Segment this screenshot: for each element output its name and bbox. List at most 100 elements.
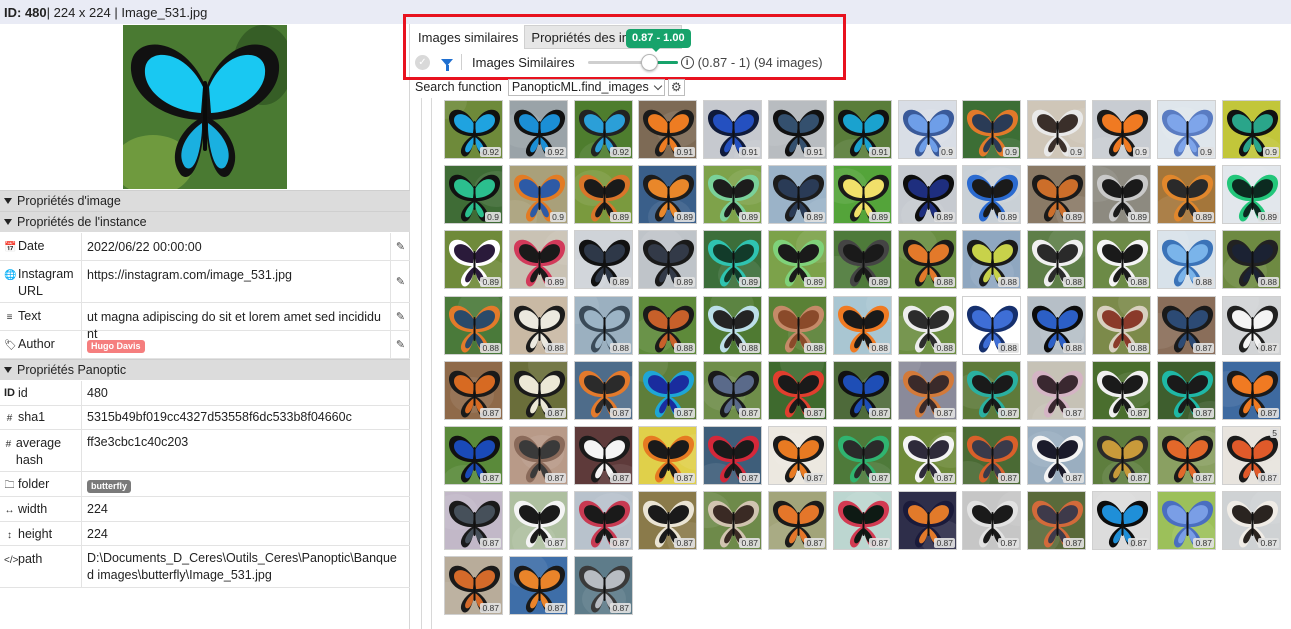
info-icon[interactable]: i xyxy=(680,55,694,69)
similar-image-thumbnail[interactable]: 0.87 xyxy=(833,361,892,420)
similar-image-thumbnail[interactable]: 0.92 xyxy=(444,100,503,159)
similar-image-thumbnail[interactable]: 0.88 xyxy=(638,296,697,355)
similar-image-thumbnail[interactable]: 0.87 xyxy=(703,491,762,550)
edit-icon[interactable]: ✎ xyxy=(390,261,410,302)
similar-image-thumbnail[interactable]: 0.87 xyxy=(444,556,503,615)
similar-image-thumbnail[interactable]: 0.88 xyxy=(1092,296,1151,355)
similar-image-thumbnail[interactable]: 0.87 xyxy=(898,361,957,420)
similar-image-thumbnail[interactable]: 0.88 xyxy=(962,296,1021,355)
similar-image-thumbnail[interactable]: 0.87 xyxy=(444,491,503,550)
prop-value-instagram-url[interactable]: https://instagram.com/image_531.jpg xyxy=(82,261,390,302)
similar-image-thumbnail[interactable]: 0.87 xyxy=(638,491,697,550)
similar-image-thumbnail[interactable]: 0.9 xyxy=(1222,100,1281,159)
similar-image-thumbnail[interactable]: 0.88 xyxy=(898,230,957,289)
similar-image-thumbnail[interactable]: 0.88 xyxy=(509,296,568,355)
edit-icon[interactable]: ✎ xyxy=(390,331,410,358)
similar-image-thumbnail[interactable]: 0.9 xyxy=(1092,100,1151,159)
tab-similar-images[interactable]: Images similaires xyxy=(412,25,525,49)
similar-image-thumbnail[interactable]: 0.87 xyxy=(703,361,762,420)
similar-image-thumbnail[interactable]: 0.88 xyxy=(1092,230,1151,289)
similar-image-thumbnail[interactable]: 0.87 xyxy=(833,426,892,485)
section-panoptic-properties[interactable]: Propriétés Panoptic xyxy=(0,359,410,380)
similar-image-thumbnail[interactable]: 0.9 xyxy=(1027,100,1086,159)
similar-image-thumbnail[interactable]: 0.89 xyxy=(898,165,957,224)
similar-image-thumbnail[interactable]: 0.89 xyxy=(768,230,827,289)
similar-image-thumbnail[interactable]: 0.87 xyxy=(962,426,1021,485)
similar-image-thumbnail[interactable]: 0.87 xyxy=(1092,491,1151,550)
similar-image-thumbnail[interactable]: 0.87 xyxy=(1157,491,1216,550)
similar-image-thumbnail[interactable]: 0.87 xyxy=(509,491,568,550)
similar-image-thumbnail[interactable]: 0.87 xyxy=(509,426,568,485)
similar-image-thumbnail[interactable]: 0.88 xyxy=(833,296,892,355)
similar-image-thumbnail[interactable]: 0.89 xyxy=(833,165,892,224)
similar-image-thumbnail[interactable]: 0.89 xyxy=(1157,165,1216,224)
similar-image-thumbnail[interactable]: 0.87 xyxy=(962,361,1021,420)
similar-image-thumbnail[interactable]: 0.89 xyxy=(638,165,697,224)
similar-image-thumbnail[interactable]: 0.87 xyxy=(768,491,827,550)
filter-icon[interactable] xyxy=(441,58,453,71)
main-image-preview[interactable] xyxy=(123,25,287,189)
similar-image-thumbnail[interactable]: 0.87 xyxy=(768,426,827,485)
similar-image-thumbnail[interactable]: 0.87 xyxy=(1092,426,1151,485)
similar-image-thumbnail[interactable]: 0.87 xyxy=(703,426,762,485)
similar-image-thumbnail[interactable]: 0.87 xyxy=(1157,426,1216,485)
similar-image-thumbnail[interactable]: 0.88 xyxy=(1222,230,1281,289)
similar-image-thumbnail[interactable]: 0.87 xyxy=(574,361,633,420)
similar-image-thumbnail[interactable]: 0.88 xyxy=(574,296,633,355)
similar-image-thumbnail[interactable]: 0.9 xyxy=(962,100,1021,159)
similar-image-thumbnail[interactable]: 0.87 xyxy=(638,426,697,485)
similar-image-thumbnail[interactable]: 0.89 xyxy=(1092,165,1151,224)
similar-image-thumbnail[interactable]: 0.88 xyxy=(1027,296,1086,355)
similar-image-thumbnail[interactable]: 0.87 xyxy=(444,426,503,485)
similarity-slider[interactable] xyxy=(587,51,678,73)
edit-icon[interactable]: ✎ xyxy=(390,233,410,260)
similar-image-thumbnail[interactable]: 0.87 xyxy=(898,426,957,485)
similar-image-thumbnail[interactable]: 0.87 xyxy=(509,361,568,420)
similar-image-thumbnail[interactable]: 0.88 xyxy=(898,296,957,355)
similar-image-thumbnail[interactable]: 0.87 xyxy=(1027,491,1086,550)
similar-image-thumbnail[interactable]: 0.9 xyxy=(898,100,957,159)
similar-image-thumbnail[interactable]: 0.88 xyxy=(1157,230,1216,289)
similar-image-thumbnail[interactable]: 0.87 xyxy=(1222,491,1281,550)
prop-value-author[interactable]: Hugo Davis xyxy=(82,331,390,358)
similar-image-thumbnail[interactable]: 0.87 xyxy=(833,491,892,550)
similar-image-thumbnail[interactable]: 0.87 xyxy=(574,426,633,485)
similar-image-thumbnail[interactable]: 0.89 xyxy=(574,230,633,289)
prop-value-date[interactable]: 2022/06/22 00:00:00 xyxy=(82,233,390,260)
similar-image-thumbnail[interactable]: 0.92 xyxy=(574,100,633,159)
similar-image-thumbnail[interactable]: 0.87 xyxy=(574,491,633,550)
similar-image-thumbnail[interactable]: 0.91 xyxy=(638,100,697,159)
similar-image-thumbnail[interactable]: 0.88 xyxy=(768,296,827,355)
similar-image-thumbnail[interactable]: 0.87 xyxy=(1027,361,1086,420)
similar-image-thumbnail[interactable]: 0.89 xyxy=(509,230,568,289)
similar-image-thumbnail[interactable]: 0.87 xyxy=(1157,361,1216,420)
slider-thumb[interactable] xyxy=(640,54,658,71)
similar-image-thumbnail[interactable]: 0.87 xyxy=(638,361,697,420)
similar-image-thumbnail[interactable]: 0.91 xyxy=(703,100,762,159)
similar-image-thumbnail[interactable]: 0.9 xyxy=(509,165,568,224)
similar-image-thumbnail[interactable]: 0.87 xyxy=(509,556,568,615)
similar-image-thumbnail[interactable]: 0.87 xyxy=(1027,426,1086,485)
similar-image-thumbnail[interactable]: 0.89 xyxy=(703,230,762,289)
similar-image-thumbnail[interactable]: 0.89 xyxy=(703,165,762,224)
similar-image-thumbnail[interactable]: 0.88 xyxy=(962,230,1021,289)
similar-image-thumbnail[interactable]: 0.87 xyxy=(768,361,827,420)
similar-image-thumbnail[interactable]: 0.89 xyxy=(1222,165,1281,224)
similar-image-thumbnail[interactable]: 0.87 xyxy=(1222,296,1281,355)
similar-image-thumbnail[interactable]: 0.88 xyxy=(1027,230,1086,289)
search-function-select[interactable]: PanopticML.find_images xyxy=(507,78,665,96)
similar-image-thumbnail[interactable]: 0.89 xyxy=(833,230,892,289)
similar-image-thumbnail[interactable]: 0.87 xyxy=(574,556,633,615)
similar-image-thumbnail[interactable]: 0.88 xyxy=(703,296,762,355)
similar-image-thumbnail[interactable]: 0.89 xyxy=(768,165,827,224)
similar-image-thumbnail[interactable]: 0.87 xyxy=(898,491,957,550)
similar-image-thumbnail[interactable]: 0.87 xyxy=(1157,296,1216,355)
similar-image-thumbnail[interactable]: 0.89 xyxy=(574,165,633,224)
similar-image-thumbnail[interactable]: 0.88 xyxy=(444,296,503,355)
similar-image-thumbnail[interactable]: 0.91 xyxy=(768,100,827,159)
author-tag[interactable]: Hugo Davis xyxy=(87,340,145,353)
section-instance-properties[interactable]: Propriétés de l'instance xyxy=(0,211,410,232)
similar-image-thumbnail[interactable]: 0.87 5 xyxy=(1222,426,1281,485)
similar-image-thumbnail[interactable]: 0.92 xyxy=(509,100,568,159)
similar-image-thumbnail[interactable]: 0.89 xyxy=(444,230,503,289)
